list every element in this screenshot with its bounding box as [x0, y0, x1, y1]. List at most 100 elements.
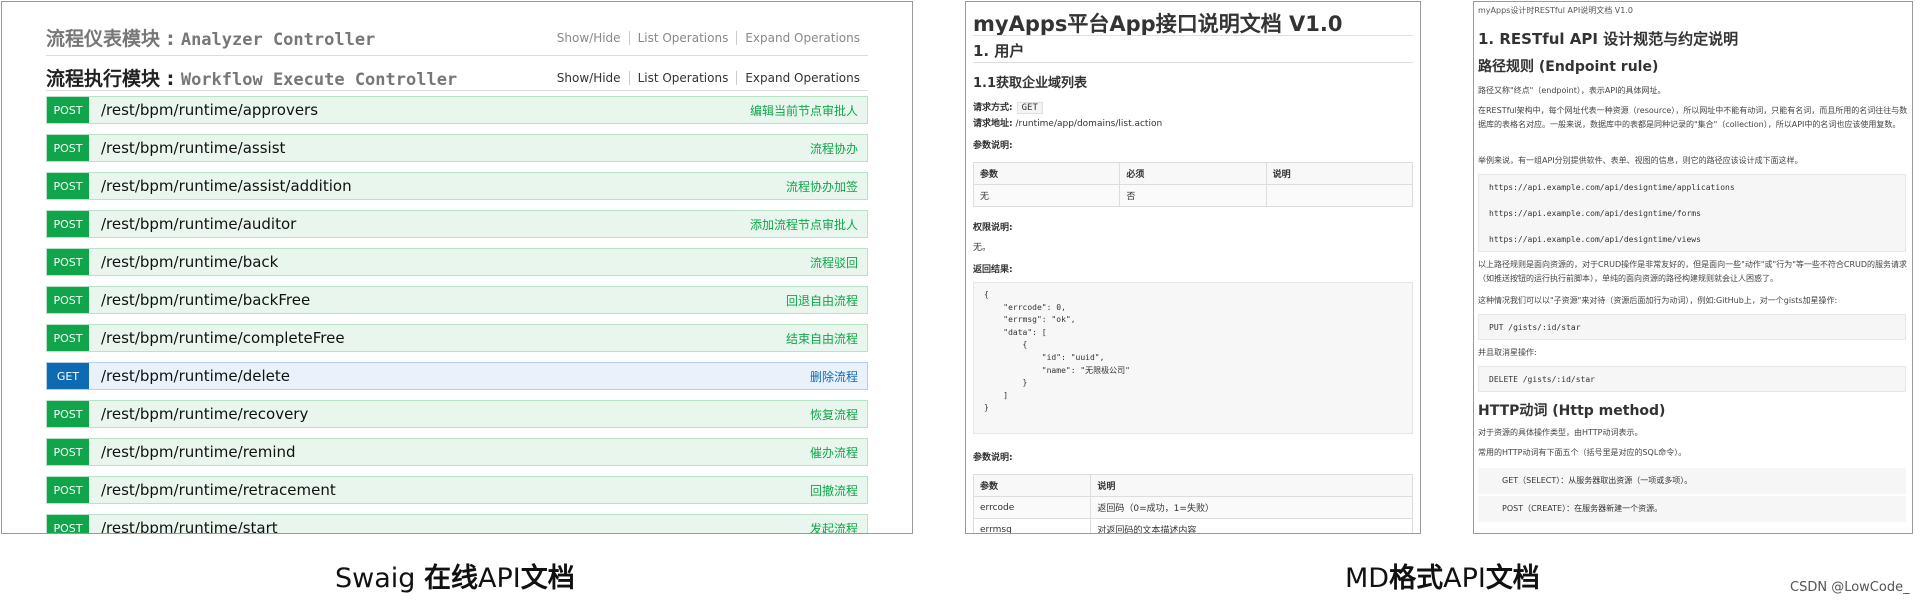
caption-swagger: Swaig 在线API文档	[335, 563, 575, 594]
md-doc-app-api: myApps平台App接口说明文档 V1.0 1. 用户 1.1获取企业域列表 …	[965, 1, 1421, 534]
doc-heading: 1. RESTful API 设计规范与约定说明	[1478, 30, 1739, 48]
method-badge: POST	[47, 211, 89, 237]
result-code-block: { "errcode": 0, "errmsg": "ok", "data": …	[973, 282, 1413, 434]
endpoint-path[interactable]: /rest/bpm/runtime/back	[101, 253, 810, 271]
workflow-execute-controller-title: 流程执行模块 : Workflow Execute Controller	[46, 68, 458, 90]
endpoint-desc: 添加流程节点审批人	[749, 217, 858, 232]
endpoint-row[interactable]: POST/rest/bpm/runtime/retracement 回撤流程	[46, 476, 868, 504]
list-operations-link[interactable]: List Operations	[628, 30, 737, 45]
endpoint-row[interactable]: POST/rest/bpm/runtime/assist/addition 流程协…	[46, 172, 868, 200]
paragraph: 路径又称"终点"（endpoint），表示API的具体网址。	[1478, 86, 1666, 95]
endpoint-desc: 流程驳回	[809, 255, 858, 270]
divider	[973, 35, 1413, 36]
divider	[973, 62, 1413, 63]
endpoint-row[interactable]: POST/rest/bpm/runtime/back 流程驳回	[46, 248, 868, 276]
method-badge: POST	[47, 515, 89, 533]
endpoint-path[interactable]: /rest/bpm/runtime/completeFree	[101, 329, 786, 347]
endpoint-desc: 结束自由流程	[785, 331, 858, 346]
endpoint-row[interactable]: POST/rest/bpm/runtime/recovery 恢复流程	[46, 400, 868, 428]
endpoint-desc: 流程协办	[809, 141, 858, 156]
endpoint-path[interactable]: /rest/bpm/runtime/assist	[101, 139, 810, 157]
paragraph: 对于资源的具体操作类型，由HTTP动词表示。	[1478, 428, 1643, 437]
endpoint-desc: 发起流程	[809, 521, 858, 534]
endpoint-path[interactable]: /rest/bpm/runtime/retracement	[101, 481, 810, 499]
endpoint-row[interactable]: POST/rest/bpm/runtime/assist 流程协办	[46, 134, 868, 162]
method-badge: POST	[47, 97, 89, 123]
endpoint-desc: 恢复流程	[809, 407, 858, 422]
endpoint-desc: 催办流程	[809, 445, 858, 460]
csdn-credit: CSDN @LowCode_	[1790, 580, 1910, 595]
url-code-block: https://api.example.com/api/designtime/a…	[1478, 174, 1906, 252]
method-badge: POST	[47, 135, 89, 161]
perm-text: 无。	[973, 243, 992, 253]
endpoint-path[interactable]: /rest/bpm/runtime/recovery	[101, 405, 810, 423]
method-badge: POST	[47, 249, 89, 275]
show-hide-link[interactable]: Show/Hide	[549, 71, 629, 85]
section-heading: 1. 用户	[973, 42, 1025, 60]
method-badge: POST	[47, 401, 89, 427]
params-table: 参数 必须 说明 无否	[972, 162, 1414, 207]
swagger-panel: 流程仪表模块 : Analyzer Controller Show/Hide L…	[1, 1, 913, 534]
params-label: 参数说明:	[973, 141, 1013, 151]
params2-label: 参数说明:	[973, 453, 1013, 463]
method-badge: POST	[47, 439, 89, 465]
endpoint-desc: 删除流程	[809, 369, 858, 384]
divider	[46, 90, 868, 91]
show-hide-link[interactable]: Show/Hide	[549, 31, 629, 45]
paragraph: 在RESTful架构中，每个网址代表一种资源（resource），所以网址中不能…	[1478, 106, 1908, 129]
endpoint-path[interactable]: /rest/bpm/runtime/delete	[101, 367, 810, 385]
code-block: DELETE /gists/:id/star	[1478, 366, 1906, 392]
endpoint-desc: 编辑当前节点审批人	[749, 103, 858, 118]
endpoint-row[interactable]: POST/rest/bpm/runtime/remind 催办流程	[46, 438, 868, 466]
endpoint-row[interactable]: POST/rest/bpm/runtime/start 发起流程	[46, 514, 868, 534]
endpoint-desc: 回撤流程	[809, 483, 858, 498]
paragraph: 并且取消星操作:	[1478, 348, 1537, 357]
caption-md: MD格式API文档	[1345, 563, 1540, 594]
section-heading: HTTP动词 (Http method)	[1478, 403, 1666, 419]
endpoint-row[interactable]: GET/rest/bpm/runtime/delete 删除流程	[46, 362, 868, 390]
method-badge: POST	[47, 477, 89, 503]
paragraph: 常用的HTTP动词有下面五个（括号里是对应的SQL命令）。	[1478, 448, 1687, 457]
endpoint-path[interactable]: /rest/bpm/runtime/auditor	[101, 215, 750, 233]
endpoint-path[interactable]: /rest/bpm/runtime/backFree	[101, 291, 786, 309]
analyzer-controller-ops: Show/Hide List Operations Expand Operati…	[549, 30, 868, 45]
workflow-execute-controller-header[interactable]: 流程执行模块 : Workflow Execute Controller Sho…	[46, 64, 868, 91]
expand-operations-link[interactable]: Expand Operations	[736, 30, 868, 45]
endpoint-row[interactable]: POST/rest/bpm/runtime/completeFree 结束自由流程	[46, 324, 868, 352]
section-heading: 路径规则 (Endpoint rule)	[1478, 59, 1659, 75]
endpoint-row[interactable]: POST/rest/bpm/runtime/auditor 添加流程节点审批人	[46, 210, 868, 238]
analyzer-controller-header[interactable]: 流程仪表模块 : Analyzer Controller Show/Hide L…	[46, 24, 868, 51]
analyzer-controller-title: 流程仪表模块 : Analyzer Controller	[46, 28, 376, 50]
list-item: POST（CREATE）：在服务器新建一个资源。	[1478, 496, 1906, 522]
endpoint-path[interactable]: /rest/bpm/runtime/remind	[101, 443, 810, 461]
list-operations-link[interactable]: List Operations	[628, 70, 737, 85]
expand-operations-link[interactable]: Expand Operations	[736, 70, 868, 85]
result-label: 返回结果:	[973, 265, 1013, 275]
doc-title: myApps平台App接口说明文档 V1.0	[973, 12, 1343, 36]
md-doc-restful-api: myApps设计时RESTful API说明文档 V1.0 1. RESTful…	[1473, 1, 1913, 534]
endpoint-path[interactable]: /rest/bpm/runtime/assist/addition	[101, 177, 786, 195]
method-badge: POST	[47, 287, 89, 313]
doc-header: myApps设计时RESTful API说明文档 V1.0	[1478, 6, 1633, 15]
paragraph: 这种情况我们可以以"子资源"来对待（资源后面加行为动词），例如:GitHub上，…	[1478, 296, 1838, 305]
paragraph: 以上路径规则是面向资源的，对于CRUD操作是非常友好的，但是面向一些"动作"或"…	[1478, 260, 1908, 283]
endpoint-desc: 流程协办加签	[785, 179, 858, 194]
workflow-controller-ops: Show/Hide List Operations Expand Operati…	[549, 70, 868, 85]
subsection-heading: 1.1获取企业域列表	[973, 76, 1088, 91]
endpoint-path[interactable]: /rest/bpm/runtime/start	[101, 519, 810, 533]
endpoint-desc: 回退自由流程	[785, 293, 858, 308]
method-badge: POST	[47, 173, 89, 199]
code-block: PUT /gists/:id/star	[1478, 314, 1906, 340]
list-item: GET（SELECT）：从服务器取出资源（一项或多项）。	[1478, 468, 1906, 494]
paragraph: 举例来说，有一组API分别提供软件、表单、视图的信息，则它的路径应该设计成下面这…	[1478, 156, 1803, 165]
perm-label: 权限说明:	[973, 223, 1013, 233]
divider	[46, 55, 868, 56]
method-badge: POST	[47, 325, 89, 351]
method-badge: GET	[47, 363, 89, 389]
endpoint-row[interactable]: POST/rest/bpm/runtime/approvers 编辑当前节点审批人	[46, 96, 868, 124]
result-params-table: 参数 说明 errcode 返回码（0=成功，1=失败） errmsg 对返回码的文本…	[972, 474, 1413, 533]
request-method: 请求方式: GET	[973, 100, 1047, 114]
endpoint-row[interactable]: POST/rest/bpm/runtime/backFree 回退自由流程	[46, 286, 868, 314]
request-address: 请求地址: /runtime/app/domains/list.action	[973, 119, 1163, 129]
endpoint-path[interactable]: /rest/bpm/runtime/approvers	[101, 101, 750, 119]
